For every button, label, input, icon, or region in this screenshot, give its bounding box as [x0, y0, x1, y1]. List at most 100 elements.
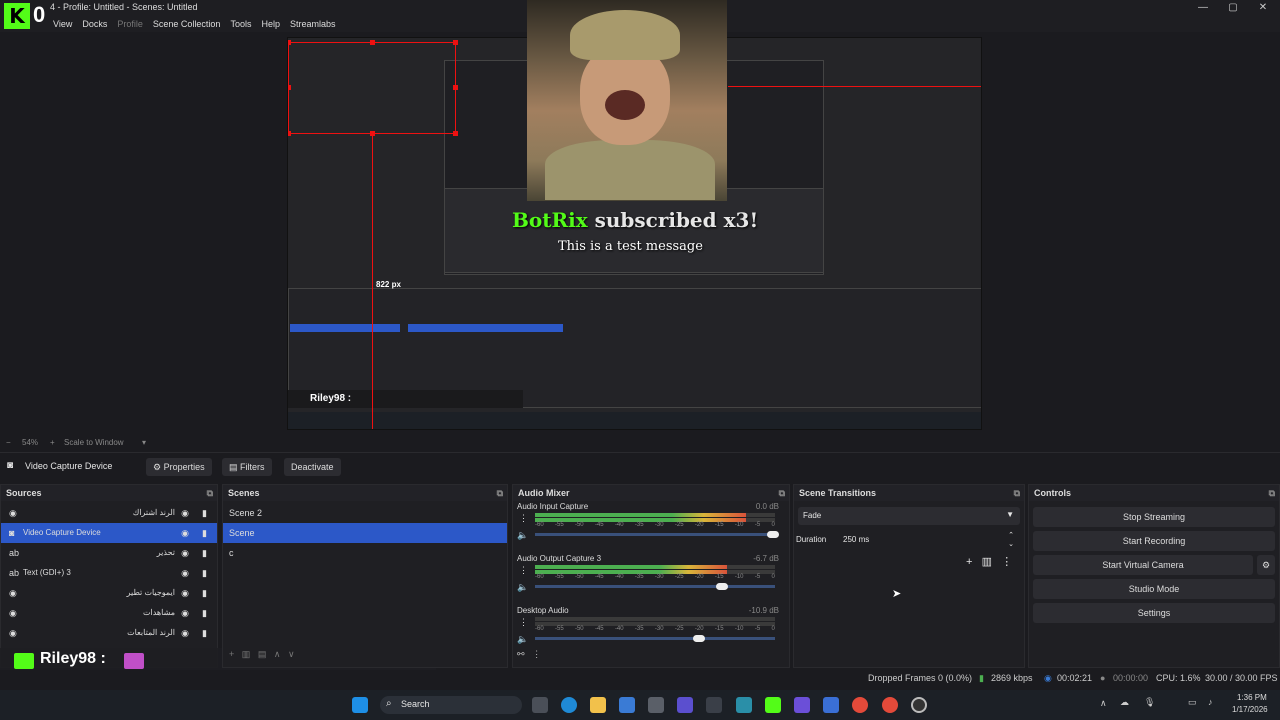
network-icon[interactable]: ▭ — [1188, 697, 1197, 708]
add-icon[interactable]: + — [966, 556, 972, 568]
volume-slider[interactable] — [535, 585, 775, 588]
kick-icon[interactable] — [765, 697, 781, 713]
menu-help[interactable]: Help — [256, 16, 285, 32]
chrome-icon[interactable] — [882, 697, 898, 713]
source-row[interactable]: ab Text (GDI+) 3 ◉ ▮ — [1, 563, 217, 583]
studio-mode-button[interactable]: Studio Mode — [1033, 579, 1275, 599]
lock-icon[interactable]: ▮ — [202, 603, 207, 623]
windows-start-icon[interactable] — [352, 697, 368, 713]
source-row[interactable]: ◉ ايموجيات تطير ◉ ▮ — [1, 583, 217, 603]
source-row[interactable]: ◉ الرند اشتراك ◉ ▮ — [1, 503, 217, 523]
tray-cloud-icon[interactable]: ☁ — [1120, 697, 1129, 708]
stop-streaming-button[interactable]: Stop Streaming — [1033, 507, 1275, 527]
eye-icon[interactable]: ◉ — [181, 523, 189, 543]
float-icon[interactable]: ⧉ — [1269, 485, 1275, 501]
discord-icon[interactable] — [794, 697, 810, 713]
settings-button[interactable]: Settings — [1033, 603, 1275, 623]
float-icon[interactable]: ⧉ — [497, 485, 503, 501]
source-row[interactable]: ◉ الرند المتابعات ◉ ▮ — [1, 623, 217, 643]
down-arrow-icon[interactable]: ∨ — [288, 649, 295, 659]
stepper-arrows-icon[interactable]: ⌃ ⌄ — [1008, 531, 1014, 549]
volume-thumb[interactable] — [767, 531, 779, 538]
task-view-icon[interactable] — [532, 697, 548, 713]
scene-item[interactable]: c — [223, 543, 507, 563]
taskbar-search[interactable]: ⌕ Search — [380, 696, 522, 714]
start-recording-button[interactable]: Start Recording — [1033, 531, 1275, 551]
deactivate-button[interactable]: Deactivate — [284, 458, 341, 476]
app-icon[interactable] — [823, 697, 839, 713]
lock-icon[interactable]: ▮ — [202, 583, 207, 603]
more-icon[interactable]: ⋮ — [519, 617, 528, 628]
eye-icon[interactable]: ◉ — [181, 543, 189, 563]
lock-icon[interactable]: ▮ — [202, 623, 207, 643]
lock-icon[interactable]: ▮ — [202, 543, 207, 563]
resize-handle[interactable] — [370, 40, 375, 45]
properties-button[interactable]: ⚙ Properties — [146, 458, 212, 476]
app-icon[interactable] — [706, 697, 722, 713]
float-icon[interactable]: ⧉ — [207, 485, 213, 501]
obs-icon[interactable] — [911, 697, 927, 713]
lock-icon[interactable]: ▮ — [202, 523, 207, 543]
zoom-dropdown-icon[interactable]: ▾ — [142, 436, 146, 450]
more-icon[interactable]: ⋮ — [519, 565, 528, 576]
zoom-out-button[interactable]: − — [6, 436, 11, 450]
menu-scene-collection[interactable]: Scene Collection — [148, 16, 226, 32]
virtual-camera-settings-button[interactable]: ⚙ — [1257, 555, 1275, 575]
vscode-icon[interactable] — [677, 697, 693, 713]
copilot-icon[interactable] — [619, 697, 635, 713]
duration-stepper[interactable]: 250 ms ⌃ ⌄ — [838, 531, 1020, 549]
more-icon[interactable]: ⋮ — [1001, 556, 1012, 568]
menu-view[interactable]: View — [48, 16, 77, 32]
float-icon[interactable]: ⧉ — [1014, 485, 1020, 501]
eye-icon[interactable]: ◉ — [181, 603, 189, 623]
selection-box[interactable] — [288, 42, 456, 134]
file-explorer-icon[interactable] — [590, 697, 606, 713]
menu-streamlabs[interactable]: Streamlabs — [285, 16, 341, 32]
float-icon[interactable]: ⧉ — [779, 485, 785, 501]
app-icon[interactable] — [736, 697, 752, 713]
trash-icon[interactable]: ▥ — [982, 556, 992, 568]
scene-item[interactable]: Scene 2 — [223, 503, 507, 523]
speaker-icon[interactable]: 🔈 — [517, 530, 528, 541]
source-row[interactable]: ◙ Video Capture Device ◉ ▮ — [1, 523, 217, 543]
resize-handle[interactable] — [453, 40, 458, 45]
edge-icon[interactable] — [561, 697, 577, 713]
transition-select[interactable]: Fade ▼ — [798, 507, 1020, 525]
add-icon[interactable]: + — [229, 649, 234, 659]
close-button[interactable]: ✕ — [1248, 0, 1278, 16]
speaker-icon[interactable]: 🔈 — [517, 634, 528, 645]
menu-profile[interactable]: Profile — [112, 16, 148, 32]
chrome-icon[interactable] — [852, 697, 868, 713]
maximize-button[interactable]: ▢ — [1218, 0, 1248, 16]
link-icon[interactable]: ⚯ — [517, 649, 525, 659]
eye-icon[interactable]: ◉ — [181, 623, 189, 643]
filter-icon[interactable]: ▤ — [258, 649, 267, 659]
zoom-mode[interactable]: Scale to Window — [64, 436, 124, 450]
store-icon[interactable] — [648, 697, 664, 713]
tray-chevron-icon[interactable]: ∧ — [1100, 698, 1107, 709]
source-row[interactable]: ◉ مشاهدات ◉ ▮ — [1, 603, 217, 623]
lock-icon[interactable]: ▮ — [202, 563, 207, 583]
resize-handle[interactable] — [453, 85, 458, 90]
eye-icon[interactable]: ◉ — [181, 563, 189, 583]
up-arrow-icon[interactable]: ∧ — [274, 649, 281, 659]
start-virtual-camera-button[interactable]: Start Virtual Camera — [1033, 555, 1253, 575]
eye-icon[interactable]: ◉ — [181, 503, 189, 523]
minimize-button[interactable]: — — [1188, 0, 1218, 16]
menu-docks[interactable]: Docks — [77, 16, 112, 32]
clock-date[interactable]: 1/17/2026 — [1232, 705, 1268, 714]
eye-icon[interactable]: ◉ — [181, 583, 189, 603]
scene-item[interactable]: Scene — [223, 523, 507, 543]
source-row[interactable]: ab تحذير ◉ ▮ — [1, 543, 217, 563]
clock-time[interactable]: 1:36 PM — [1237, 693, 1267, 702]
speaker-icon[interactable]: 🔈 — [517, 582, 528, 593]
volume-thumb[interactable] — [692, 635, 705, 642]
zoom-in-button[interactable]: + — [50, 436, 55, 450]
resize-handle[interactable] — [453, 131, 458, 136]
lock-icon[interactable]: ▮ — [202, 503, 207, 523]
volume-thumb[interactable] — [715, 583, 728, 590]
volume-slider[interactable] — [535, 637, 775, 640]
resize-handle[interactable] — [288, 40, 291, 45]
filters-button[interactable]: ▤ Filters — [222, 458, 272, 476]
volume-icon[interactable]: ♪ — [1208, 697, 1213, 707]
